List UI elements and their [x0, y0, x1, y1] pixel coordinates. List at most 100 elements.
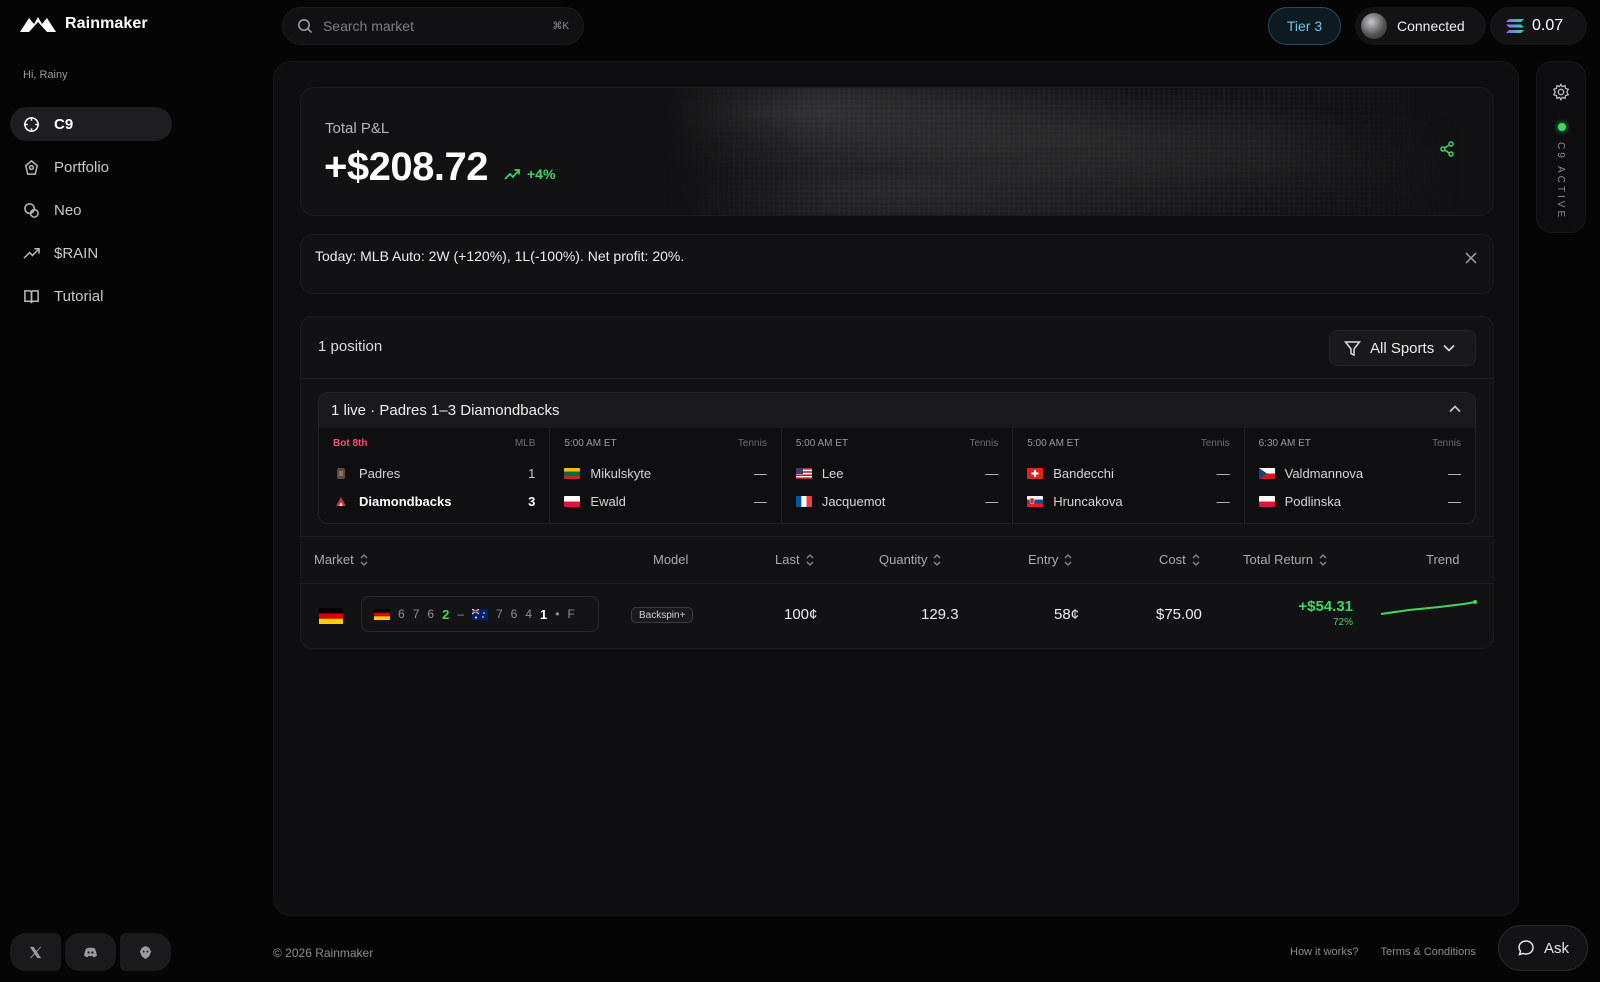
social-links: [10, 933, 171, 971]
france-flag-icon: [795, 495, 812, 507]
game-league: Tennis: [969, 438, 999, 449]
set-score: 6: [427, 607, 435, 621]
x-icon: [29, 946, 42, 958]
player-name: Lee: [821, 465, 844, 481]
game-card[interactable]: 5:00 AM ET Tennis Mikulskyte — Ewald —: [550, 428, 782, 523]
table-row[interactable]: 6 7 6 2 – 7 6 4 1 • F Backspin+ 100¢ 129…: [301, 584, 1493, 648]
notice-banner: Today: MLB Auto: 2W (+120%), 1L(-100%). …: [300, 234, 1494, 294]
sidebar-item-rain[interactable]: $RAIN: [10, 236, 172, 270]
team-row: Padres 1: [333, 459, 535, 487]
score-separator: –: [457, 607, 464, 621]
column-label: Market: [314, 552, 354, 567]
sidebar-item-label: $RAIN: [54, 244, 99, 262]
trending-up-icon: [504, 169, 520, 180]
chat-icon: [1518, 940, 1534, 956]
brand-logo[interactable]: Rainmaker: [19, 14, 148, 34]
position-count: 1 position: [318, 338, 383, 355]
set-score: 4: [525, 607, 533, 621]
right-rail: C9 ACTIVE: [1536, 61, 1586, 233]
wallet-connection-button[interactable]: Connected: [1355, 7, 1486, 45]
game-league: Tennis: [737, 438, 767, 449]
player-score: —: [1216, 465, 1230, 481]
slovakia-flag-icon: [1027, 495, 1044, 507]
sidebar-item-c9[interactable]: C9: [10, 107, 172, 141]
tier-badge[interactable]: Tier 3: [1268, 7, 1341, 45]
team-score: 3: [528, 493, 536, 509]
column-cost[interactable]: Cost: [1159, 552, 1200, 567]
set-score: 6: [510, 607, 518, 621]
game-league: Tennis: [1432, 438, 1462, 449]
column-last[interactable]: Last: [775, 552, 814, 567]
column-trend: Trend: [1426, 552, 1459, 567]
diamondbacks-logo-icon: [333, 495, 349, 507]
c9-status-label: C9 ACTIVE: [1555, 142, 1566, 221]
player-score: —: [753, 493, 767, 509]
game-card[interactable]: Bot 8th MLB Padres 1 Diamondbacks 3: [319, 428, 551, 523]
score-tail: F: [567, 607, 575, 621]
switzerland-flag-icon: [1027, 467, 1044, 479]
chevron-down-icon: [1443, 344, 1455, 352]
sidebar-item-tutorial[interactable]: Tutorial: [10, 279, 172, 313]
total-return-value: +$54.31: [1298, 598, 1353, 615]
column-entry[interactable]: Entry: [1028, 552, 1072, 567]
game-card[interactable]: 5:00 AM ET Tennis Lee — Jacquemot —: [782, 428, 1014, 523]
settings-button[interactable]: [1552, 83, 1570, 104]
neo-icon: [24, 202, 39, 218]
games-strip: Bot 8th MLB Padres 1 Diamondbacks 3 5:00 …: [319, 428, 1475, 523]
rainmaker-logo-icon: [20, 17, 56, 32]
lion-link[interactable]: [120, 933, 171, 971]
team-row: Valdmannova —: [1258, 459, 1461, 487]
close-icon: [1465, 252, 1477, 264]
discord-link[interactable]: [65, 933, 116, 971]
game-league: Tennis: [1200, 438, 1230, 449]
ask-label: Ask: [1543, 939, 1569, 957]
trending-up-icon: [23, 247, 40, 259]
live-games-header[interactable]: 1 live · Padres 1–3 Diamondbacks: [319, 393, 1475, 428]
column-market[interactable]: Market: [314, 552, 368, 567]
game-status: 5:00 AM ET: [564, 438, 617, 449]
total-return-percent: 72%: [1332, 617, 1353, 628]
game-card[interactable]: 6:30 AM ET Tennis Valdmannova — Podlinska…: [1245, 428, 1475, 523]
close-button[interactable]: [1465, 251, 1477, 267]
sport-filter-dropdown[interactable]: All Sports: [1329, 330, 1476, 366]
search-bar[interactable]: ⌘K: [282, 7, 584, 45]
share-button[interactable]: [1439, 141, 1455, 160]
search-input[interactable]: [322, 18, 543, 34]
game-status: Bot 8th: [333, 438, 368, 449]
sidebar-item-portfolio[interactable]: Portfolio: [10, 150, 172, 184]
pnl-card: Total P&L +$208.72 +4%: [300, 87, 1494, 216]
sidebar-item-neo[interactable]: Neo: [10, 193, 172, 227]
chevron-up-icon[interactable]: [1449, 405, 1461, 413]
lithuania-flag-icon: [564, 467, 581, 479]
czechia-flag-icon: [1258, 467, 1275, 479]
avatar: [1361, 13, 1387, 39]
column-total-return[interactable]: Total Return: [1243, 552, 1327, 567]
quantity-value: 129.3: [921, 606, 959, 623]
team-row: Lee —: [795, 459, 998, 487]
column-label: Model: [653, 552, 689, 567]
brand-name: Rainmaker: [65, 15, 148, 32]
germany-flag-icon: [374, 608, 390, 620]
team-row: Ewald —: [564, 487, 767, 515]
team-row: Hruncakova —: [1027, 487, 1230, 515]
search-icon: [297, 19, 313, 34]
column-quantity[interactable]: Quantity: [879, 552, 941, 567]
positions-card: 1 position All Sports 1 live · Padres 1–…: [300, 316, 1494, 649]
balance-button[interactable]: 0.07: [1490, 7, 1587, 45]
match-score-pill[interactable]: 6 7 6 2 – 7 6 4 1 • F: [361, 596, 599, 632]
player-name: Bandecchi: [1053, 465, 1114, 481]
game-card[interactable]: 5:00 AM ET Tennis Bandecchi — Hruncakova …: [1013, 428, 1245, 523]
search-shortcut: ⌘K: [552, 20, 569, 32]
how-it-works-link[interactable]: How it works?: [1290, 946, 1358, 958]
ask-button[interactable]: Ask: [1498, 925, 1588, 971]
terms-link[interactable]: Terms & Conditions: [1380, 946, 1475, 958]
column-label: Cost: [1159, 552, 1186, 567]
main-panel: Total P&L +$208.72 +4% Today: MLB Auto: …: [273, 61, 1519, 916]
pnl-change: +4%: [504, 166, 555, 182]
active-status-dot: [1558, 123, 1566, 131]
player-name: Ewald: [590, 493, 626, 509]
x-link[interactable]: [10, 933, 61, 971]
filter-label: All Sports: [1370, 339, 1435, 357]
set-score: 6: [398, 607, 405, 621]
team-row: Diamondbacks 3: [333, 487, 535, 515]
